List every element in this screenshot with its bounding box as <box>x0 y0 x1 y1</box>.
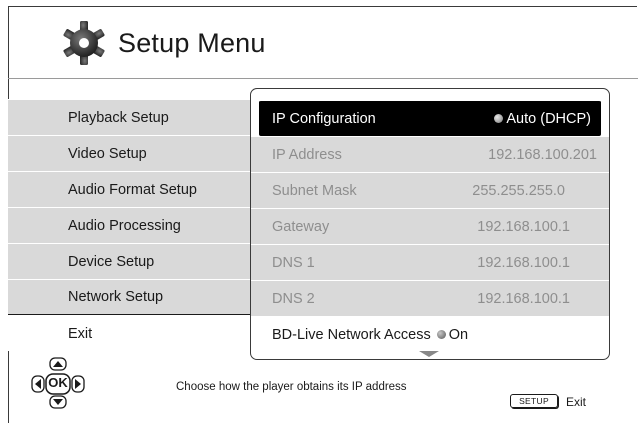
menu-item-exit[interactable]: Exit <box>8 315 250 351</box>
setting-value: 192.168.100.201 <box>488 146 597 163</box>
setting-label: BD-Live Network Access <box>272 326 431 343</box>
menu-item-playback-setup[interactable]: Playback Setup <box>8 99 250 135</box>
menu-item-label: Audio Format Setup <box>68 181 197 198</box>
radio-dot-icon <box>494 114 504 123</box>
menu-item-audio-processing[interactable]: Audio Processing <box>8 207 250 243</box>
setting-value: 192.168.100.1 <box>477 290 570 307</box>
setup-key-icon: SETUP <box>510 394 558 408</box>
setting-label: DNS 1 <box>272 254 315 271</box>
header-divider <box>8 78 638 79</box>
setting-row-gateway: Gateway 192.168.100.1 <box>251 208 609 244</box>
network-settings-panel: IP Configuration Auto (DHCP) IP Address … <box>250 88 610 360</box>
gear-icon <box>60 19 108 67</box>
header: Setup Menu <box>60 18 266 68</box>
ok-button-label: OK <box>48 375 68 390</box>
scroll-down-arrow-icon[interactable] <box>419 351 439 357</box>
setting-row-dns-1: DNS 1 192.168.100.1 <box>251 244 609 280</box>
setting-value: Auto (DHCP) <box>494 111 591 127</box>
remote-dpad-icon: OK <box>30 356 90 416</box>
setting-row-subnet-mask: Subnet Mask 255.255.255.0 <box>251 172 609 208</box>
setting-row-bd-live-network-access[interactable]: BD-Live Network Access On <box>251 316 609 352</box>
setting-label: IP Configuration <box>272 110 376 127</box>
setting-value: 255.255.255.0 <box>472 182 565 199</box>
menu-item-label: Audio Processing <box>68 217 181 234</box>
menu-item-label: Video Setup <box>68 145 147 162</box>
menu-item-label: Exit <box>68 325 93 342</box>
setting-value: On <box>436 326 469 343</box>
menu-item-label: Playback Setup <box>68 109 169 126</box>
setup-menu-list: Playback Setup Video Setup Audio Format … <box>8 99 250 351</box>
setting-row-ip-configuration[interactable]: IP Configuration Auto (DHCP) <box>259 100 601 136</box>
setting-label: DNS 2 <box>272 290 315 307</box>
menu-item-label: Device Setup <box>68 253 155 270</box>
menu-item-network-setup[interactable]: Network Setup <box>8 279 250 315</box>
setting-label: Subnet Mask <box>272 182 357 199</box>
setting-row-ip-address: IP Address 192.168.100.201 <box>251 136 609 172</box>
exit-hint-label: Exit <box>566 395 587 409</box>
menu-item-audio-format-setup[interactable]: Audio Format Setup <box>8 171 250 207</box>
setting-value-text: Auto (DHCP) <box>506 110 591 127</box>
radio-dot-icon <box>436 330 446 339</box>
setting-label: Gateway <box>272 218 330 235</box>
setting-row-dns-2: DNS 2 192.168.100.1 <box>251 280 609 316</box>
menu-item-device-setup[interactable]: Device Setup <box>8 243 250 279</box>
page-title: Setup Menu <box>118 27 266 58</box>
help-text: Choose how the player obtains its IP add… <box>176 381 407 393</box>
setting-value: 192.168.100.1 <box>477 218 570 235</box>
menu-item-label: Network Setup <box>68 289 164 305</box>
setting-value: 192.168.100.1 <box>477 254 570 271</box>
setting-value-text: On <box>448 326 469 343</box>
menu-item-video-setup[interactable]: Video Setup <box>8 135 250 171</box>
setting-label: IP Address <box>272 146 342 163</box>
